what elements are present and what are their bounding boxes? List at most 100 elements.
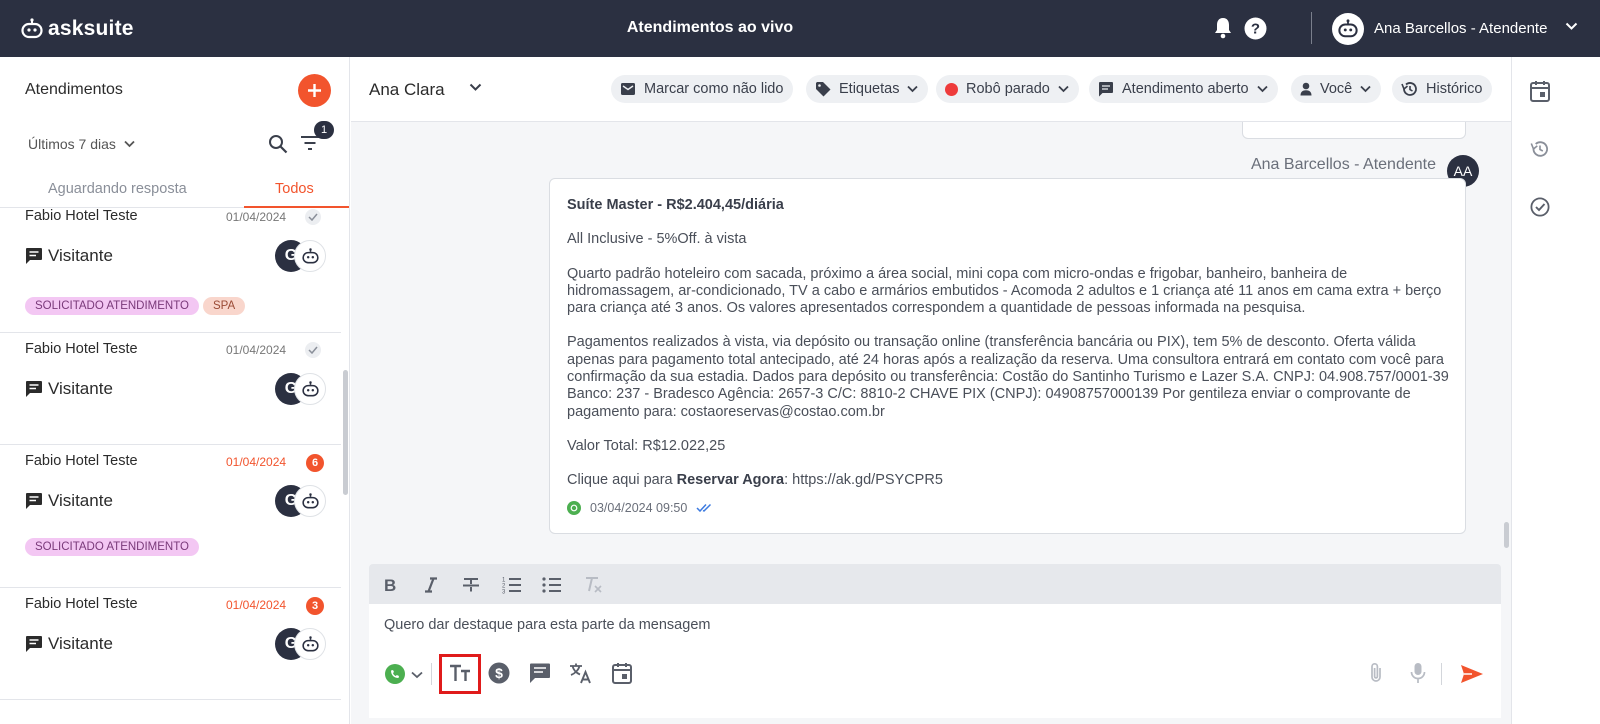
person-icon [1300,82,1312,96]
conversation-item[interactable]: Fabio Hotel Teste 01/04/2024 Visitante G… [0,208,341,333]
bot-avatar-icon [294,373,326,405]
attachment-icon[interactable] [1369,662,1383,684]
quick-reply-icon[interactable] [529,662,551,684]
message-offer: All Inclusive - 5%Off. à vista [567,231,747,248]
message-meta: 03/04/2024 09:50 [567,500,713,517]
period-dropdown[interactable]: Últimos 7 dias [28,136,135,152]
chevron-down-icon [907,85,919,93]
conversation-tabs: Aguardando resposta Todos [0,174,349,208]
composer-area: B 123 $ [351,560,1511,724]
message-bubble: Suíte Master - R$2.404,45/diária All Inc… [549,178,1466,534]
tag-icon [816,82,831,97]
bullet-list-icon[interactable] [541,574,563,596]
ordered-list-icon[interactable]: 123 [501,574,523,596]
bot-avatar-icon [294,485,326,517]
chevron-down-icon [1360,85,1371,93]
read-check-icon [305,209,321,225]
formatting-toolbar: B 123 [369,564,1501,604]
microphone-icon[interactable] [1410,662,1426,684]
conversation-date: 01/04/2024 [226,455,287,469]
calendar-icon[interactable] [612,662,632,684]
bot-avatar-icon [1338,19,1358,38]
message-description: Quarto padrão hoteleiro com sacada, próx… [567,265,1442,317]
top-bar: asksuite Atendimentos ao vivo ? Ana Barc… [0,0,1600,57]
divider [1311,12,1312,44]
send-icon[interactable] [1460,664,1484,684]
italic-icon[interactable] [420,574,442,596]
chat-icon [25,492,43,510]
robot-status-dropdown[interactable]: Robô parado [936,75,1079,103]
clear-formatting-icon[interactable] [582,574,604,596]
conversation-item[interactable]: Fabio Hotel Teste 01/04/2024 6 Visitante… [0,445,341,588]
chevron-down-icon [1058,85,1069,93]
service-status-label: Atendimento aberto [1122,81,1249,97]
message-payment: Pagamentos realizados à vista, via depós… [567,334,1449,420]
thread-scrollbar[interactable] [1504,522,1509,548]
labels-dropdown[interactable]: Etiquetas [806,75,929,103]
message-thread: Ana Barcellos - Atendente AA Suíte Maste… [351,122,1511,560]
divider [1441,663,1442,685]
conversations-panel: Atendimentos Últimos 7 dias 1 Aguardando… [0,57,350,724]
search-icon[interactable] [268,134,288,154]
read-check-icon [305,342,321,358]
conversation-list: Fabio Hotel Teste 01/04/2024 Visitante G… [0,208,341,724]
cta-link[interactable]: : https://ak.gd/PSYCPR5 [784,472,943,488]
chat-icon [25,635,43,653]
chat-header: Ana Clara Marcar como não lido Etiquetas… [351,57,1511,122]
period-label: Últimos 7 dias [28,136,116,152]
message-cta: Clique aqui para Reservar Agora: https:/… [567,472,1449,489]
visitor-label: Visitante [48,246,113,265]
message-title: Suíte Master - R$2.404,45/diária [567,197,784,213]
tag-requested-service: SOLICITADO ATENDIMENTO [25,297,199,315]
divider [431,663,432,685]
panel-title: Atendimentos [25,81,123,98]
mark-unread-label: Marcar como não lido [644,81,784,97]
labels-label: Etiquetas [839,81,900,97]
chat-icon [25,380,43,398]
message-input[interactable] [384,617,1284,633]
hotel-name: Fabio Hotel Teste [25,341,138,357]
chevron-down-icon[interactable] [411,671,423,679]
highlighted-text-format-button[interactable] [439,654,481,694]
service-status-dropdown[interactable]: Atendimento aberto [1089,75,1278,103]
conversation-item[interactable]: Fabio Hotel Teste 01/04/2024 Visitante G [0,333,341,445]
mark-unread-button[interactable]: Marcar como não lido [611,75,794,103]
mail-icon [621,83,635,95]
history-label: Histórico [1426,81,1483,97]
list-scrollbar[interactable] [343,370,348,495]
history-icon [1401,82,1417,96]
conversation-date: 01/04/2024 [226,598,287,612]
check-circle-icon[interactable] [1530,197,1550,217]
bold-icon[interactable]: B [379,574,401,596]
cta-bold: Reservar Agora [676,472,785,489]
translate-icon[interactable] [569,662,593,684]
bot-avatar-icon [294,628,326,660]
contact-name[interactable]: Ana Clara [369,80,445,100]
robot-stopped-indicator [945,82,958,96]
tab-all[interactable]: Todos [275,181,314,197]
user-name[interactable]: Ana Barcellos - Atendente [1374,20,1547,37]
double-check-icon [696,504,712,513]
tag-requested-service: SOLICITADO ATENDIMENTO [25,538,199,556]
hotel-name: Fabio Hotel Teste [25,596,138,612]
chevron-down-icon[interactable] [469,83,482,92]
history-button[interactable]: Histórico [1392,75,1493,103]
previous-message-bubble [1242,122,1466,139]
history-icon[interactable] [1530,140,1549,158]
help-icon[interactable]: ? [1244,17,1267,40]
conversation-date: 01/04/2024 [226,210,287,224]
strikethrough-icon[interactable] [460,574,482,596]
robot-status-label: Robô parado [966,81,1050,97]
notifications-bell-icon[interactable] [1212,16,1234,40]
conversation-item[interactable]: Fabio Hotel Teste 01/04/2024 3 Visitante… [0,588,341,700]
new-conversation-button[interactable] [298,74,331,107]
user-avatar[interactable] [1332,13,1364,45]
tab-awaiting-response[interactable]: Aguardando resposta [48,181,187,197]
payment-icon[interactable]: $ [488,662,510,684]
assignee-dropdown[interactable]: Você [1291,75,1382,103]
calendar-icon[interactable] [1530,80,1550,102]
whatsapp-channel-icon[interactable] [384,663,406,685]
chevron-down-icon[interactable] [1565,22,1578,31]
conversation-date: 01/04/2024 [226,343,287,357]
visitor-label: Visitante [48,491,113,510]
